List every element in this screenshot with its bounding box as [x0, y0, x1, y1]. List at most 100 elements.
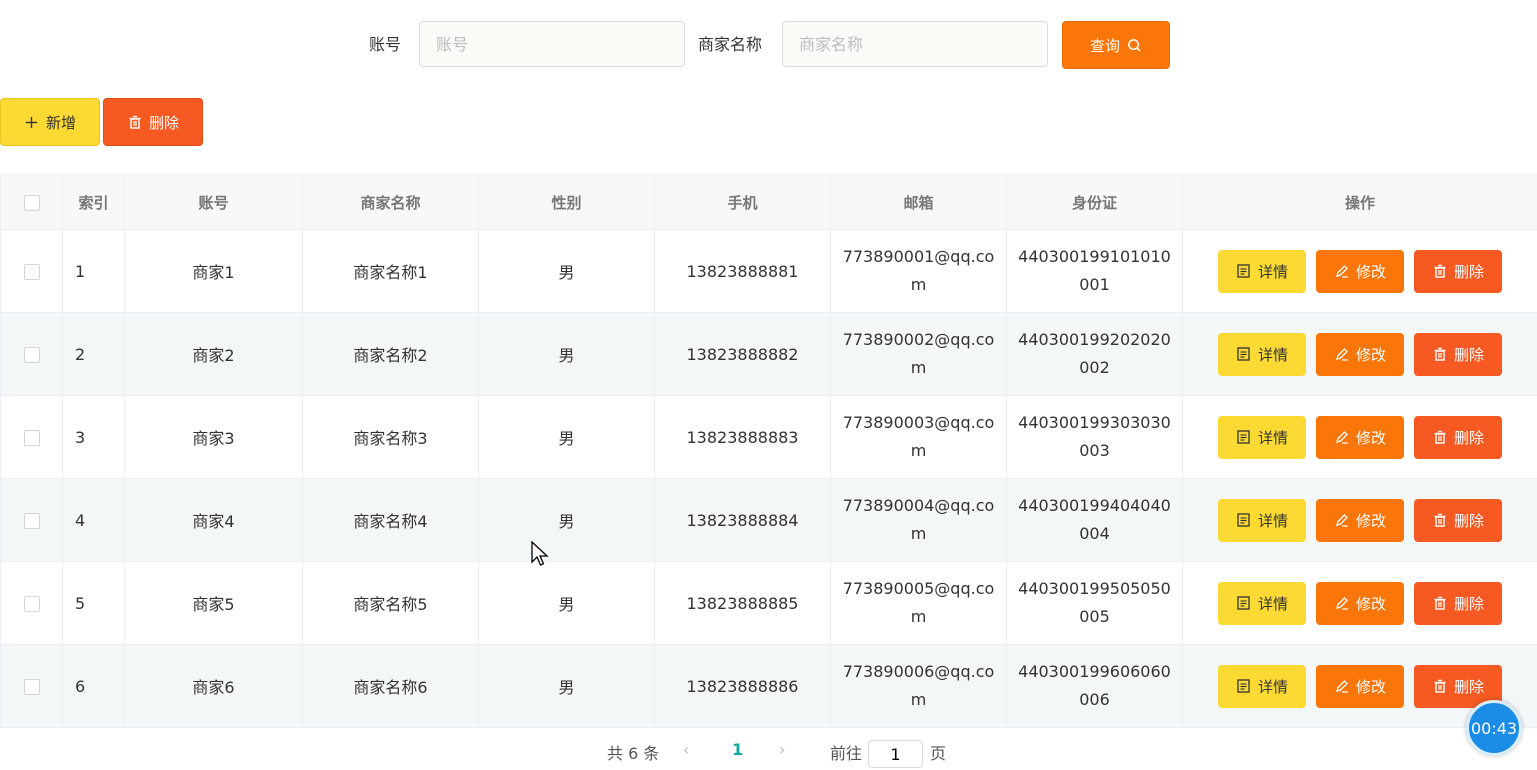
page-number-current[interactable]: 1 [732, 740, 743, 759]
row-actions: 详情 修改 删除 [1183, 562, 1537, 645]
row-index: 6 [63, 645, 125, 728]
edit-button[interactable]: 修改 [1316, 665, 1404, 708]
row-checkbox[interactable] [24, 679, 40, 695]
header-actions: 操作 [1183, 175, 1537, 230]
merchant-name-input[interactable] [782, 21, 1048, 67]
select-all-checkbox[interactable] [24, 195, 40, 211]
trash-icon [1432, 346, 1448, 362]
row-index: 5 [63, 562, 125, 645]
edit-button-label: 修改 [1356, 593, 1386, 614]
pagination-total: 共 6 条 [607, 740, 659, 764]
merchant-table: 索引 账号 商家名称 性别 手机 邮箱 身份证 操作 1 商家1 商家名称1 男… [0, 174, 1537, 728]
goto-page-input[interactable] [868, 740, 923, 768]
pencil-icon [1334, 595, 1350, 611]
row-delete-button[interactable]: 删除 [1414, 333, 1502, 376]
next-page-icon[interactable]: › [779, 740, 785, 759]
row-checkbox[interactable] [24, 513, 40, 529]
query-button-label: 查询 [1090, 35, 1120, 56]
row-gender: 男 [479, 562, 655, 645]
detail-button[interactable]: 详情 [1218, 582, 1306, 625]
row-phone: 13823888882 [655, 313, 831, 396]
pencil-icon [1334, 512, 1350, 528]
table-row: 1 商家1 商家名称1 男 13823888881 773890001@qq.c… [1, 230, 1537, 313]
edit-button-label: 修改 [1356, 427, 1386, 448]
row-id-card: 440300199505050005 [1007, 575, 1182, 631]
row-checkbox[interactable] [24, 264, 40, 280]
row-merchant-name: 商家名称6 [303, 645, 479, 728]
detail-button[interactable]: 详情 [1218, 333, 1306, 376]
row-delete-button[interactable]: 删除 [1414, 582, 1502, 625]
row-email: 773890005@qq.com [831, 575, 1006, 631]
row-delete-button-label: 删除 [1454, 510, 1484, 531]
row-checkbox[interactable] [24, 430, 40, 446]
row-id-card: 440300199303030003 [1007, 409, 1182, 465]
row-account: 商家6 [125, 645, 303, 728]
header-account: 账号 [125, 175, 303, 230]
detail-button-label: 详情 [1258, 344, 1288, 365]
row-checkbox[interactable] [24, 347, 40, 363]
row-id-card: 440300199101010001 [1007, 243, 1182, 299]
detail-button[interactable]: 详情 [1218, 499, 1306, 542]
edit-button[interactable]: 修改 [1316, 250, 1404, 293]
pencil-icon [1334, 678, 1350, 694]
header-gender: 性别 [479, 175, 655, 230]
detail-button-label: 详情 [1258, 427, 1288, 448]
row-phone: 13823888883 [655, 396, 831, 479]
add-button[interactable]: 新增 [0, 98, 100, 146]
table-row: 6 商家6 商家名称6 男 13823888886 773890006@qq.c… [1, 645, 1537, 728]
detail-button-label: 详情 [1258, 676, 1288, 697]
detail-button[interactable]: 详情 [1218, 250, 1306, 293]
row-id-card: 440300199606060006 [1007, 658, 1182, 714]
row-delete-button[interactable]: 删除 [1414, 499, 1502, 542]
document-icon [1236, 678, 1252, 694]
row-account: 商家1 [125, 230, 303, 313]
row-actions: 详情 修改 删除 [1183, 313, 1537, 396]
row-email: 773890003@qq.com [831, 409, 1006, 465]
row-checkbox[interactable] [24, 596, 40, 612]
row-delete-button-label: 删除 [1454, 261, 1484, 282]
row-id-card-cell: 440300199303030003 [1007, 396, 1183, 479]
edit-button-label: 修改 [1356, 676, 1386, 697]
row-id-card-cell: 440300199606060006 [1007, 645, 1183, 728]
row-phone: 13823888884 [655, 479, 831, 562]
row-select-cell [1, 645, 63, 728]
trash-icon [127, 114, 143, 130]
row-delete-button[interactable]: 删除 [1414, 250, 1502, 293]
header-phone: 手机 [655, 175, 831, 230]
detail-button-label: 详情 [1258, 261, 1288, 282]
batch-delete-button[interactable]: 删除 [103, 98, 203, 146]
edit-button[interactable]: 修改 [1316, 333, 1404, 376]
edit-button[interactable]: 修改 [1316, 499, 1404, 542]
header-index: 索引 [63, 175, 125, 230]
row-account: 商家4 [125, 479, 303, 562]
prev-page-icon[interactable]: ‹ [683, 740, 689, 759]
trash-icon [1432, 263, 1448, 279]
query-button[interactable]: 查询 [1062, 21, 1170, 69]
row-delete-button-label: 删除 [1454, 427, 1484, 448]
table-row: 2 商家2 商家名称2 男 13823888882 773890002@qq.c… [1, 313, 1537, 396]
edit-button-label: 修改 [1356, 261, 1386, 282]
row-index: 1 [63, 230, 125, 313]
row-id-card: 440300199404040004 [1007, 492, 1182, 548]
row-gender: 男 [479, 479, 655, 562]
edit-button[interactable]: 修改 [1316, 582, 1404, 625]
row-account: 商家3 [125, 396, 303, 479]
document-icon [1236, 263, 1252, 279]
row-gender: 男 [479, 396, 655, 479]
row-actions: 详情 修改 删除 [1183, 396, 1537, 479]
account-input[interactable] [419, 21, 685, 67]
row-phone: 13823888881 [655, 230, 831, 313]
mouse-cursor-icon [531, 541, 549, 569]
search-icon [1126, 37, 1142, 53]
row-email: 773890006@qq.com [831, 658, 1006, 714]
pencil-icon [1334, 346, 1350, 362]
row-delete-button-label: 删除 [1454, 344, 1484, 365]
row-delete-button[interactable]: 删除 [1414, 416, 1502, 459]
detail-button[interactable]: 详情 [1218, 665, 1306, 708]
detail-button[interactable]: 详情 [1218, 416, 1306, 459]
edit-button[interactable]: 修改 [1316, 416, 1404, 459]
row-email: 773890002@qq.com [831, 326, 1006, 382]
table-row: 5 商家5 商家名称5 男 13823888885 773890005@qq.c… [1, 562, 1537, 645]
row-select-cell [1, 313, 63, 396]
document-icon [1236, 429, 1252, 445]
